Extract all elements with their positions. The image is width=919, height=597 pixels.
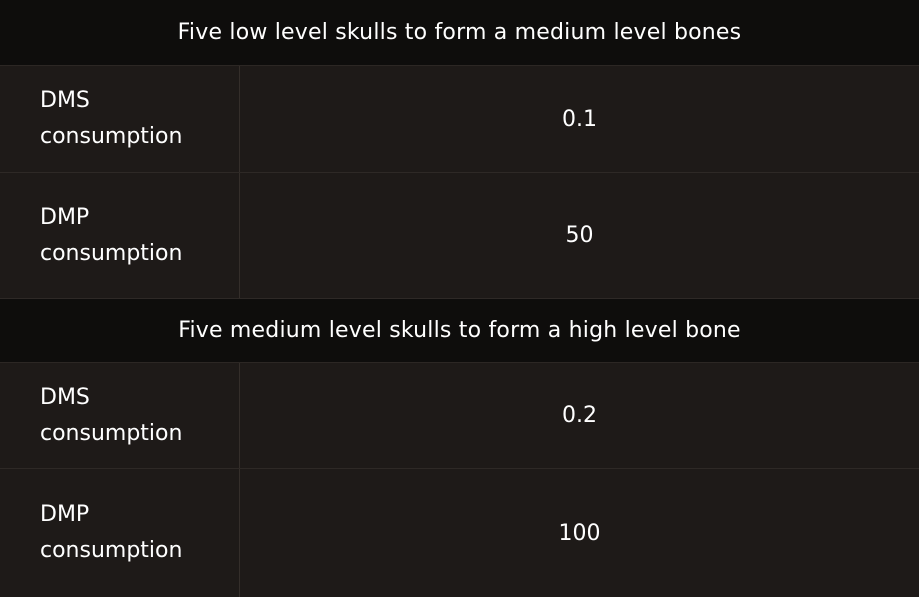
row-value: 0.1 <box>562 106 597 132</box>
synthesis-table: Five low level skulls to form a medium l… <box>0 0 919 597</box>
row-value-cell: 0.2 <box>240 363 919 468</box>
row-value-cell: 0.1 <box>240 66 919 172</box>
section-title: Five low level skulls to form a medium l… <box>177 20 742 45</box>
table-row: DMS consumption 0.1 <box>0 66 919 173</box>
table-row: DMP consumption 50 <box>0 173 919 299</box>
row-value: 50 <box>565 223 594 248</box>
section-header-medium-to-high: Five medium level skulls to form a high … <box>0 299 919 363</box>
row-label: DMP consumption <box>0 469 240 597</box>
row-value: 0.2 <box>562 403 597 428</box>
row-label: DMS consumption <box>0 66 240 172</box>
row-value-cell: 50 <box>240 173 919 298</box>
row-label: DMS consumption <box>0 363 240 468</box>
table-row: DMP consumption 100 <box>0 469 919 597</box>
section-header-low-to-medium: Five low level skulls to form a medium l… <box>0 0 919 66</box>
row-value: 100 <box>558 520 601 546</box>
row-label: DMP consumption <box>0 173 240 298</box>
section-title: Five medium level skulls to form a high … <box>178 318 741 343</box>
table-row: DMS consumption 0.2 <box>0 363 919 469</box>
row-value-cell: 100 <box>240 469 919 597</box>
